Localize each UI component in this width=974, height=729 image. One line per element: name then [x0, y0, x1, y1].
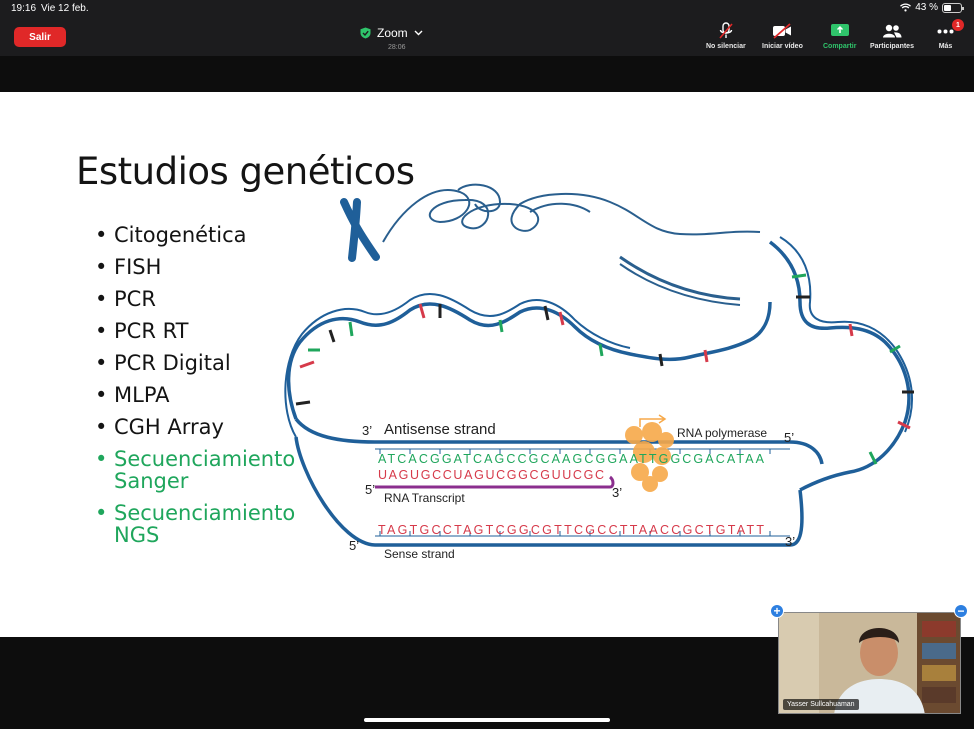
- status-time: 19:16: [11, 3, 37, 14]
- bullet-list: Citogenética FISH PCR PCR RT PCR Digital…: [95, 224, 295, 556]
- rna-3prime: 3’: [612, 485, 622, 500]
- participants-icon: [882, 24, 902, 38]
- minimize-video-button[interactable]: −: [954, 604, 968, 618]
- wifi-icon: [900, 3, 912, 12]
- list-item-highlight: Secuenciamiento Sanger: [95, 448, 295, 492]
- list-item: CGH Array: [95, 416, 295, 438]
- antisense-sequence: ATCACGGATCAGCCGCAAGCGGAATTGGCGACATAA: [378, 452, 765, 466]
- expand-video-button[interactable]: +: [770, 604, 784, 618]
- battery-icon: [942, 2, 964, 13]
- start-video-button[interactable]: Iniciar vídeo: [762, 22, 803, 50]
- leave-button[interactable]: Salir: [14, 27, 66, 47]
- sense-3prime: 3’: [785, 534, 795, 549]
- rna-transcript-label: RNA Transcript: [384, 491, 465, 505]
- toolbar-gap: [0, 56, 974, 92]
- muted-mic-icon: [719, 22, 733, 39]
- list-item: FISH: [95, 256, 295, 278]
- rna-sequence: UAGUGCCUAGUCGGCGUUCGC: [378, 468, 604, 482]
- rna-5prime: 5’: [365, 482, 375, 497]
- chromosome-icon: [340, 198, 380, 262]
- participant-name: Yasser Sullcahuaman: [783, 699, 859, 710]
- encryption-shield-icon: [360, 27, 371, 39]
- list-item: Citogenética: [95, 224, 295, 246]
- video-off-icon: [773, 23, 792, 39]
- chevron-down-icon: [414, 30, 423, 36]
- minus-icon: −: [957, 604, 965, 618]
- sense-5prime: 5’: [349, 538, 359, 553]
- plus-icon: +: [773, 604, 781, 618]
- chromatin-fiber: [382, 183, 761, 243]
- list-item: PCR Digital: [95, 352, 295, 374]
- antisense-3prime: 3’: [362, 423, 372, 438]
- list-item: PCR: [95, 288, 295, 310]
- sense-label: Sense strand: [384, 547, 455, 561]
- meeting-toolbar: Salir Zoom 28:06 No silenciar Iniciar ví…: [0, 18, 974, 56]
- unmute-button[interactable]: No silenciar: [706, 22, 746, 50]
- home-indicator[interactable]: [364, 718, 610, 722]
- shared-slide: 3’ Antisense strand RNA polymerase 5’ AT…: [0, 92, 974, 637]
- app-title: Zoom: [377, 26, 408, 40]
- status-bar: 19:16 Vie 12 feb. 43 %: [0, 0, 974, 18]
- participant-video-tile[interactable]: Yasser Sullcahuaman: [778, 612, 961, 714]
- start-video-label: Iniciar vídeo: [762, 43, 803, 50]
- list-item: MLPA: [95, 384, 295, 406]
- more-button[interactable]: 1 Más: [937, 19, 964, 50]
- meeting-info-button[interactable]: Zoom: [360, 26, 423, 40]
- list-item-highlight: Secuenciamiento NGS: [95, 502, 295, 546]
- notification-badge: 1: [952, 19, 964, 31]
- participants-label: Participantes: [870, 43, 914, 50]
- thin-dna-helix: [619, 255, 741, 306]
- meeting-timer: 28:06: [388, 44, 406, 51]
- unmute-label: No silenciar: [706, 43, 746, 50]
- antisense-5prime: 5’: [784, 430, 794, 445]
- more-label: Más: [938, 43, 953, 50]
- polymerase-label: RNA polymerase: [677, 426, 767, 440]
- share-screen-label: Compartir: [823, 43, 857, 50]
- share-screen-icon: [830, 24, 849, 36]
- antisense-label: Antisense strand: [384, 421, 496, 438]
- slide-title: Estudios genéticos: [76, 150, 415, 193]
- participants-button[interactable]: Participantes: [870, 22, 914, 50]
- more-icon: [937, 29, 954, 33]
- battery-percent: 43 %: [915, 2, 938, 13]
- status-date: Vie 12 feb.: [41, 3, 89, 14]
- share-screen-button[interactable]: Compartir: [823, 22, 856, 50]
- sense-sequence: TAGTGCCTAGTCGGCGTTCGCCTTAACCGCTGTATT: [378, 523, 764, 537]
- list-item: PCR RT: [95, 320, 295, 342]
